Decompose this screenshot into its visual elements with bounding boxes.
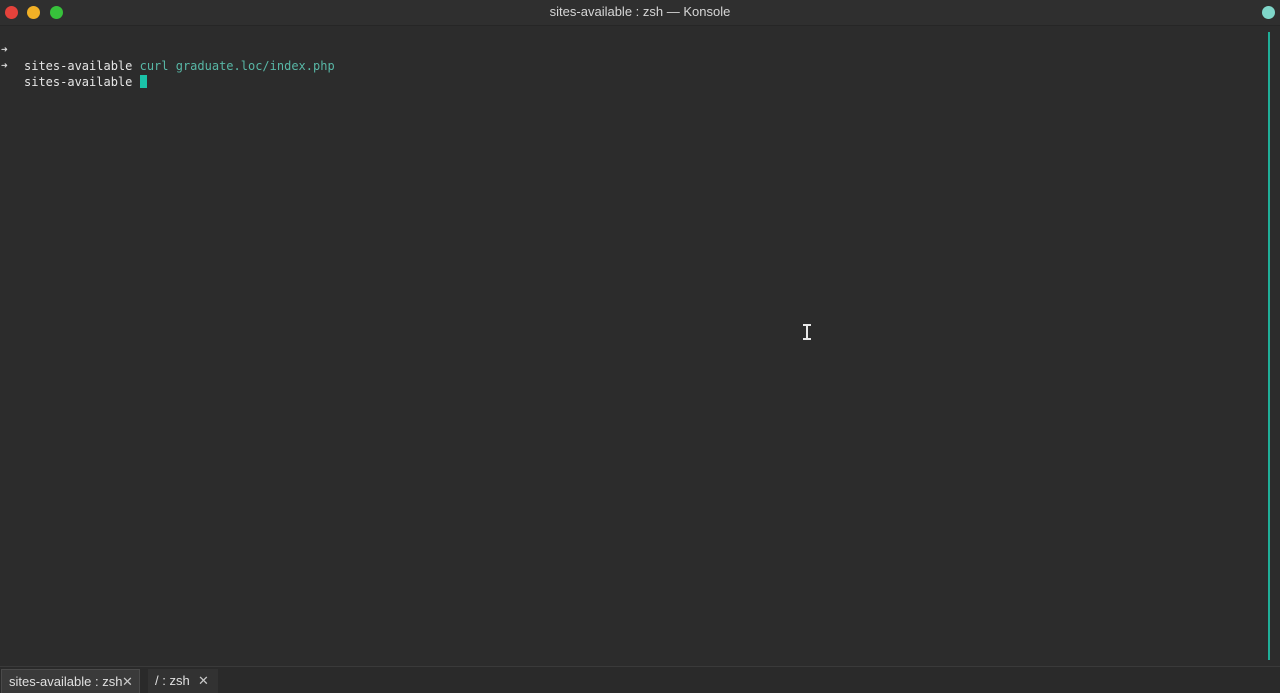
prompt-arrow-icon: ➜ — [1, 59, 8, 72]
tab-bar: sites-available : zsh ✕ / : zsh ✕ — [0, 666, 1280, 693]
terminal-output[interactable]: ➜ sites-available curl graduate.loc/inde… — [0, 26, 1266, 666]
tab-root[interactable]: / : zsh ✕ — [148, 669, 218, 693]
close-tab-icon[interactable]: ✕ — [198, 669, 209, 693]
text-cursor-icon — [803, 324, 811, 340]
tab-label: / : zsh — [155, 673, 190, 688]
window-title: sites-available : zsh — Konsole — [549, 4, 731, 19]
terminal-line: ➜ sites-available — [0, 42, 1266, 89]
close-tab-icon[interactable]: ✕ — [122, 670, 133, 693]
scrollbar[interactable] — [1268, 32, 1270, 660]
prompt-line-content: sites-available curl graduate.loc/index.… — [24, 58, 335, 74]
konsole-window: sites-available : zsh — Konsole ➜ sites-… — [0, 0, 1280, 693]
prompt-line-content: sites-available — [24, 74, 147, 90]
tab-sites-available[interactable]: sites-available : zsh ✕ — [1, 669, 140, 693]
prompt-cwd: sites-available — [24, 75, 133, 89]
prompt-command: curl graduate.loc/index.php — [139, 59, 335, 73]
tab-label: sites-available : zsh — [9, 674, 123, 689]
terminal-cursor — [139, 75, 147, 88]
app-menu-icon[interactable] — [1262, 6, 1275, 19]
title-bar: sites-available : zsh — Konsole — [0, 0, 1280, 26]
terminal-line: ➜ sites-available curl graduate.loc/inde… — [0, 26, 1266, 73]
